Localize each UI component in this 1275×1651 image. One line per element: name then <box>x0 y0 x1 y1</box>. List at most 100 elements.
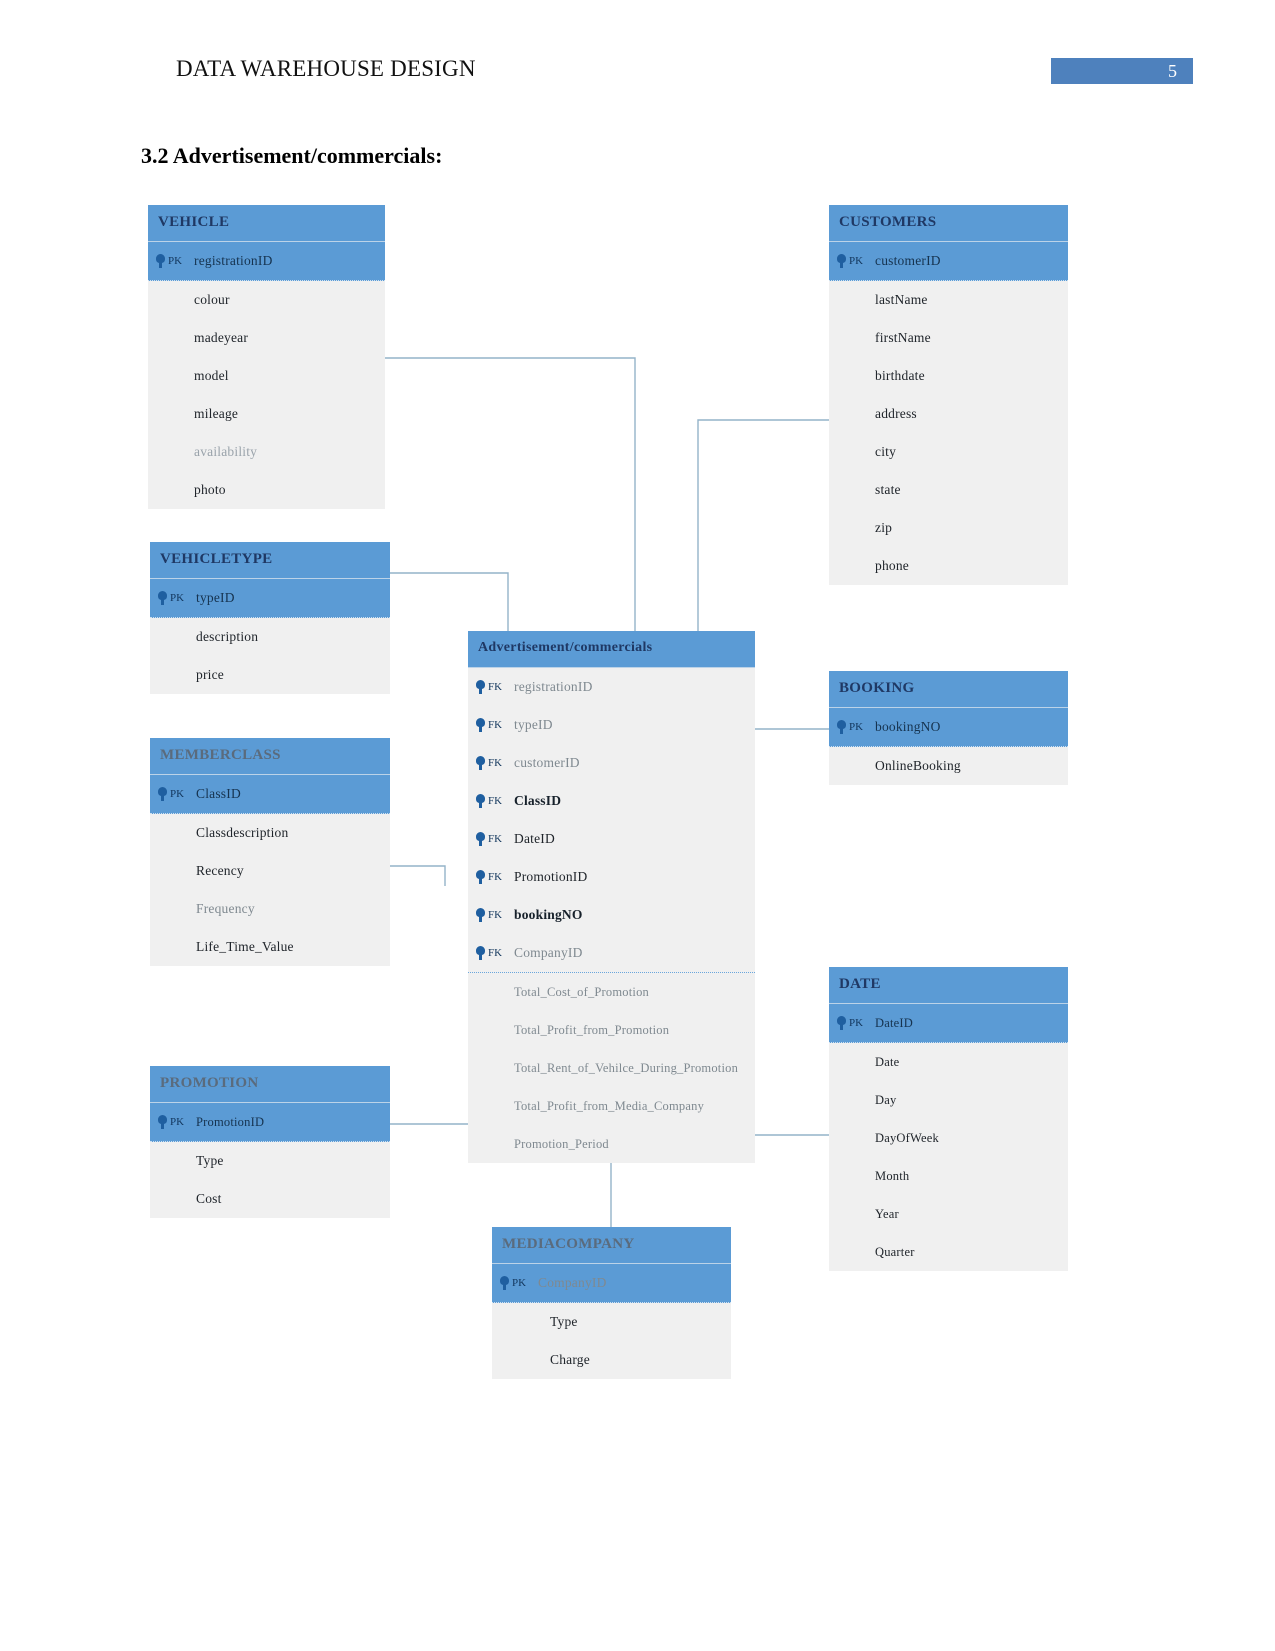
key-label: FK <box>488 795 503 807</box>
table-row[interactable]: Total_Rent_of_Vehilce_During_Promotion <box>468 1049 755 1087</box>
table-row[interactable]: state <box>829 471 1068 509</box>
table-row[interactable]: Date <box>829 1043 1068 1081</box>
table-row[interactable]: Total_Profit_from_Promotion <box>468 1011 755 1049</box>
table-row[interactable]: colour <box>148 281 385 319</box>
table-row[interactable]: PK CompanyID <box>492 1264 731 1303</box>
key-icon <box>837 720 846 734</box>
field-name: Date <box>875 1054 900 1069</box>
measure-name: Total_Cost_of_Promotion <box>514 984 649 999</box>
table-row[interactable]: mileage <box>148 395 385 433</box>
entity-mediacompany[interactable]: MEDIACOMPANY PK CompanyID Type Charge <box>492 1227 731 1379</box>
key-label: FK <box>488 871 503 883</box>
field-name: Month <box>875 1168 910 1183</box>
field-name: customerID <box>875 253 941 268</box>
primary-key-cell: PK <box>150 1115 196 1129</box>
entity-advertisement-commercials-fact[interactable]: Advertisement/commercials FK registratio… <box>468 631 755 1163</box>
table-row[interactable]: PK registrationID <box>148 242 385 281</box>
table-row[interactable]: FK CompanyID <box>468 934 755 972</box>
foreign-key-cell: FK <box>468 946 514 960</box>
table-row[interactable]: FK typeID <box>468 706 755 744</box>
field-name: birthdate <box>875 368 925 383</box>
table-row[interactable]: Month <box>829 1157 1068 1195</box>
entity-customers[interactable]: CUSTOMERS PK customerID lastName firstNa… <box>829 205 1068 585</box>
table-row[interactable]: photo <box>148 471 385 509</box>
entity-title-customers: CUSTOMERS <box>829 205 1068 242</box>
key-icon <box>476 680 485 694</box>
table-row[interactable]: city <box>829 433 1068 471</box>
foreign-key-cell: FK <box>468 832 514 846</box>
entity-promotion[interactable]: PROMOTION PK PromotionID Type Cost <box>150 1066 390 1218</box>
entity-title-booking: BOOKING <box>829 671 1068 708</box>
table-row[interactable]: Recency <box>150 852 390 890</box>
field-name: CompanyID <box>514 945 583 960</box>
table-row[interactable]: firstName <box>829 319 1068 357</box>
table-row[interactable]: address <box>829 395 1068 433</box>
entity-vehicletype[interactable]: VEHICLETYPE PK typeID description price <box>150 542 390 694</box>
table-row[interactable]: PK customerID <box>829 242 1068 281</box>
table-row[interactable]: FK DateID <box>468 820 755 858</box>
entity-date[interactable]: DATE PK DateID Date Day DayOfWeek Month … <box>829 967 1068 1271</box>
table-row[interactable]: Quarter <box>829 1233 1068 1271</box>
table-row[interactable]: PK PromotionID <box>150 1103 390 1142</box>
table-row[interactable]: PK bookingNO <box>829 708 1068 747</box>
field-name: PromotionID <box>196 1114 265 1129</box>
entity-title-date: DATE <box>829 967 1068 1004</box>
er-diagram: VEHICLE PK registrationID colour madeyea… <box>0 0 1275 1651</box>
key-label: FK <box>488 757 503 769</box>
table-row[interactable]: availability <box>148 433 385 471</box>
table-row[interactable]: PK DateID <box>829 1004 1068 1043</box>
key-icon <box>158 787 167 801</box>
table-row[interactable]: Year <box>829 1195 1068 1233</box>
table-row[interactable]: PK typeID <box>150 579 390 618</box>
table-row[interactable]: model <box>148 357 385 395</box>
field-name: description <box>196 629 259 644</box>
table-row[interactable]: FK ClassID <box>468 782 755 820</box>
key-label: PK <box>168 255 183 267</box>
table-row[interactable]: FK PromotionID <box>468 858 755 896</box>
table-row[interactable]: zip <box>829 509 1068 547</box>
key-label: PK <box>512 1277 527 1289</box>
table-row[interactable]: Total_Profit_from_Media_Company <box>468 1087 755 1125</box>
entity-memberclass[interactable]: MEMBERCLASS PK ClassID Classdescription … <box>150 738 390 966</box>
table-row[interactable]: Life_Time_Value <box>150 928 390 966</box>
table-row[interactable]: price <box>150 656 390 694</box>
key-icon <box>158 591 167 605</box>
field-name: city <box>875 444 897 459</box>
table-row[interactable]: PK ClassID <box>150 775 390 814</box>
table-row[interactable]: Total_Cost_of_Promotion <box>468 972 755 1011</box>
table-row[interactable]: FK customerID <box>468 744 755 782</box>
field-name: ClassID <box>514 793 562 808</box>
field-name: firstName <box>875 330 931 345</box>
table-row[interactable]: FK bookingNO <box>468 896 755 934</box>
table-row[interactable]: madeyear <box>148 319 385 357</box>
entity-vehicle[interactable]: VEHICLE PK registrationID colour madeyea… <box>148 205 385 509</box>
table-row[interactable]: Promotion_Period <box>468 1125 755 1163</box>
table-row[interactable]: Frequency <box>150 890 390 928</box>
field-name: Life_Time_Value <box>196 939 294 954</box>
table-row[interactable]: Day <box>829 1081 1068 1119</box>
table-row[interactable]: Type <box>492 1303 731 1341</box>
key-label: FK <box>488 719 503 731</box>
table-row[interactable]: description <box>150 618 390 656</box>
field-name: DateID <box>514 831 555 846</box>
entity-booking[interactable]: BOOKING PK bookingNO OnlineBooking <box>829 671 1068 785</box>
table-row[interactable]: lastName <box>829 281 1068 319</box>
field-name: address <box>875 406 917 421</box>
key-icon <box>500 1276 509 1290</box>
table-row[interactable]: Cost <box>150 1180 390 1218</box>
table-row[interactable]: OnlineBooking <box>829 747 1068 785</box>
table-row[interactable]: phone <box>829 547 1068 585</box>
primary-key-cell: PK <box>829 254 875 268</box>
key-label: FK <box>488 947 503 959</box>
key-icon <box>476 832 485 846</box>
field-name: bookingNO <box>514 907 583 922</box>
foreign-key-cell: FK <box>468 908 514 922</box>
table-row[interactable]: Charge <box>492 1341 731 1379</box>
table-row[interactable]: FK registrationID <box>468 668 755 706</box>
table-row[interactable]: Classdescription <box>150 814 390 852</box>
primary-key-cell: PK <box>492 1276 538 1290</box>
table-row[interactable]: Type <box>150 1142 390 1180</box>
table-row[interactable]: DayOfWeek <box>829 1119 1068 1157</box>
table-row[interactable]: birthdate <box>829 357 1068 395</box>
field-name: Type <box>196 1153 224 1168</box>
